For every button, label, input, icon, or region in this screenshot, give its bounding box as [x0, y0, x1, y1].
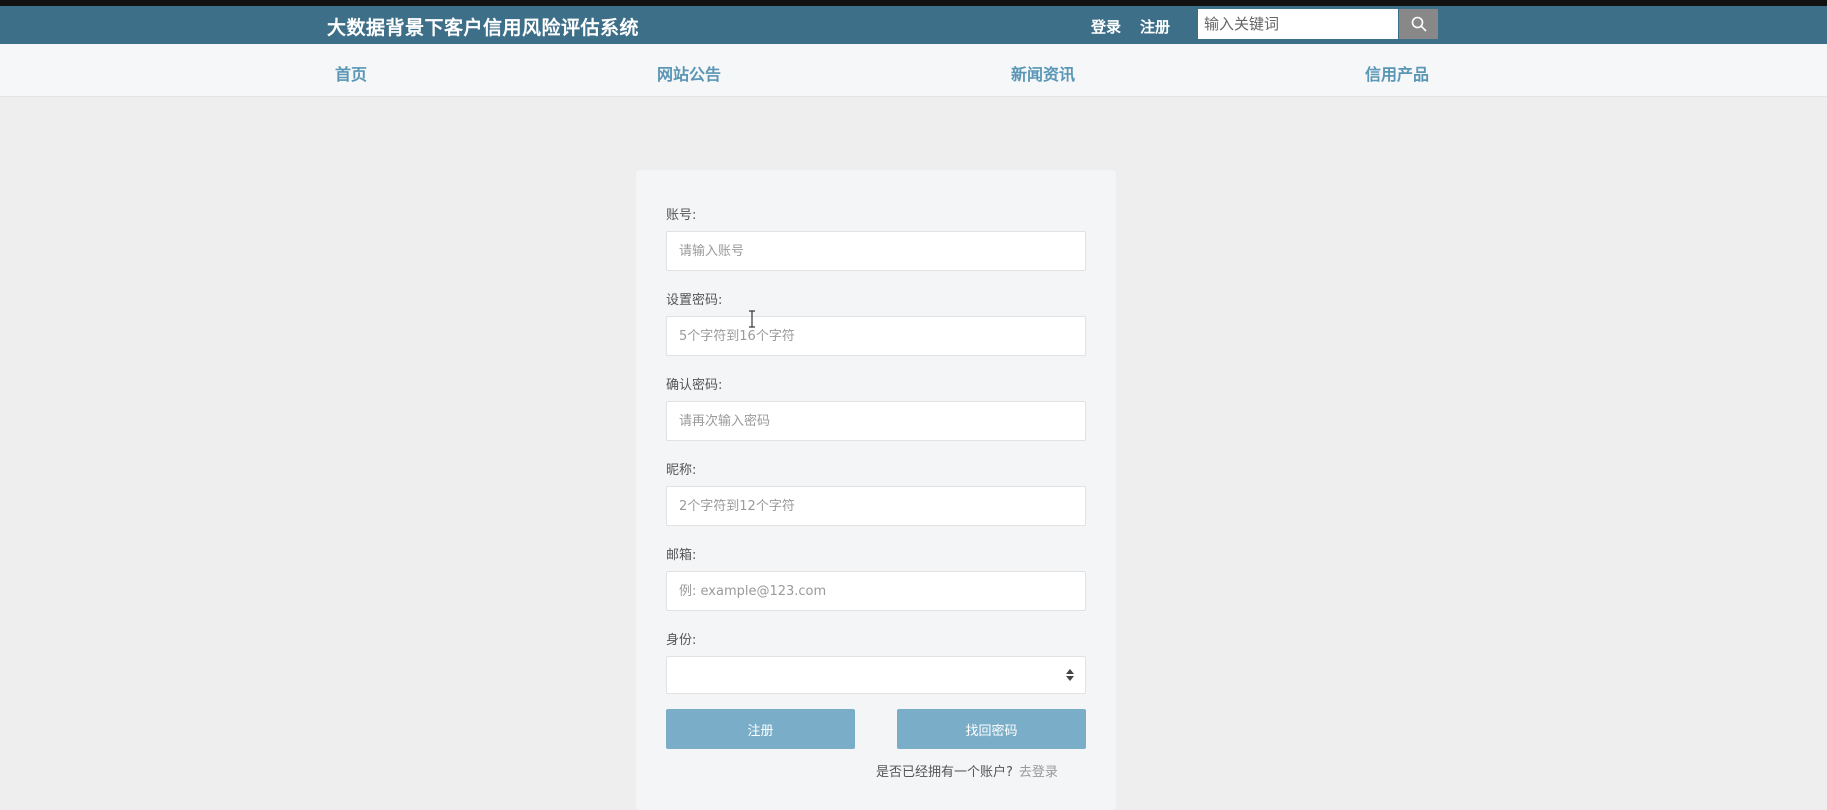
site-title: 大数据背景下客户信用风险评估系统: [327, 17, 640, 39]
nav-item-credit-products[interactable]: 信用产品: [1365, 61, 1429, 85]
search-input[interactable]: [1198, 9, 1398, 39]
login-link[interactable]: 登录: [1091, 16, 1121, 37]
nickname-input[interactable]: [666, 486, 1086, 526]
account-input[interactable]: [666, 231, 1086, 271]
search-icon: [1411, 16, 1427, 32]
confirm-password-label: 确认密码:: [666, 378, 723, 393]
nav-item-home[interactable]: 首页: [335, 61, 367, 85]
account-label: 账号:: [666, 208, 697, 223]
sort-arrows-icon: [1066, 669, 1074, 681]
email-label: 邮箱:: [666, 548, 697, 563]
identity-label: 身份:: [666, 633, 697, 648]
email-input[interactable]: [666, 571, 1086, 611]
login-hint: 是否已经拥有一个账户? 去登录: [876, 761, 1058, 780]
login-hint-text: 是否已经拥有一个账户?: [876, 765, 1013, 780]
confirm-password-input[interactable]: [666, 401, 1086, 441]
go-login-link[interactable]: 去登录: [1019, 765, 1058, 780]
identity-select[interactable]: [666, 656, 1086, 694]
search-button[interactable]: [1399, 9, 1438, 39]
register-link[interactable]: 注册: [1140, 16, 1170, 37]
recover-password-button[interactable]: 找回密码: [897, 709, 1086, 749]
register-form: 账号: 设置密码: 确认密码: 昵称: 邮箱: 身份: 注册 找回密码 是否已经…: [636, 170, 1116, 810]
nickname-label: 昵称:: [666, 463, 697, 478]
nav-item-announcements[interactable]: 网站公告: [657, 61, 721, 85]
register-button[interactable]: 注册: [666, 709, 855, 749]
nav-item-news[interactable]: 新闻资讯: [1011, 61, 1075, 85]
password-input[interactable]: [666, 316, 1086, 356]
header-bar: 大数据背景下客户信用风险评估系统 登录 注册: [0, 6, 1827, 44]
main-nav: 首页 网站公告 新闻资讯 信用产品: [0, 44, 1827, 97]
password-label: 设置密码:: [666, 293, 723, 308]
text-cursor-icon: [749, 310, 755, 328]
